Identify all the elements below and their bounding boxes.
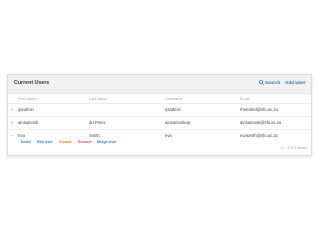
panel-header: Current Users Search Add User (8, 75, 311, 94)
disable-button[interactable]: Disable (59, 140, 72, 144)
remove-button[interactable]: Remove (78, 140, 92, 144)
pagination: ‹ 1 - 3 of 3 items › (280, 146, 308, 150)
cell-username: rjsadmin (165, 106, 181, 112)
cell-email: evasmith@sfu.ac.za (240, 132, 278, 138)
column-header-last-name: Last Name (89, 96, 108, 101)
cell-username: ainsamonkop (165, 119, 190, 125)
cell-email: ainsamonk@sfu.ac.za (240, 119, 282, 125)
collapse-toggle-icon[interactable]: − (11, 133, 13, 138)
search-icon (259, 79, 264, 85)
table-row[interactable]: + ainsamonk du Preez ainsamonkop ainsamo… (8, 117, 311, 130)
users-panel: Current Users Search Add User First Name… (7, 74, 312, 156)
email-button[interactable]: Email (21, 140, 31, 144)
cell-first-name: ainsamonk (18, 119, 39, 125)
column-header-email: Email (240, 96, 250, 101)
cell-last-name: du Preez (89, 119, 106, 125)
edit-user-button[interactable]: Edit User (37, 140, 53, 144)
table-row[interactable]: + rjsadmin rjsadmin rhenderd@sfu.ac.za (8, 104, 311, 117)
cell-first-name: rjsadmin (18, 106, 34, 112)
search-label: Search (265, 80, 281, 85)
expand-toggle-icon[interactable]: + (11, 107, 13, 112)
cell-first-name: Eva (18, 132, 26, 138)
expand-toggle-icon[interactable]: + (11, 120, 13, 125)
cell-email: rhenderd@sfu.ac.za (240, 106, 278, 112)
cell-last-name: Smith (89, 132, 100, 138)
next-page-button[interactable]: › (307, 146, 308, 150)
row-actions: Email Edit User Disable Remove Merge Use… (8, 140, 311, 148)
column-header-username: Username (165, 96, 183, 101)
cell-username: eva (165, 132, 172, 138)
search-button[interactable]: Search (259, 79, 281, 85)
column-header-row: First Name Last Name Username Email (8, 94, 311, 104)
previous-page-button[interactable]: ‹ (280, 146, 281, 150)
column-header-first-name: First Name (18, 96, 37, 101)
add-user-button[interactable]: Add User (285, 80, 305, 85)
panel-title: Current Users (14, 80, 50, 86)
merge-user-button[interactable]: Merge User (97, 140, 117, 144)
pagination-summary: 1 - 3 of 3 items (282, 146, 306, 150)
table-row[interactable]: − Eva Smith eva evasmith@sfu.ac.za (8, 130, 311, 140)
